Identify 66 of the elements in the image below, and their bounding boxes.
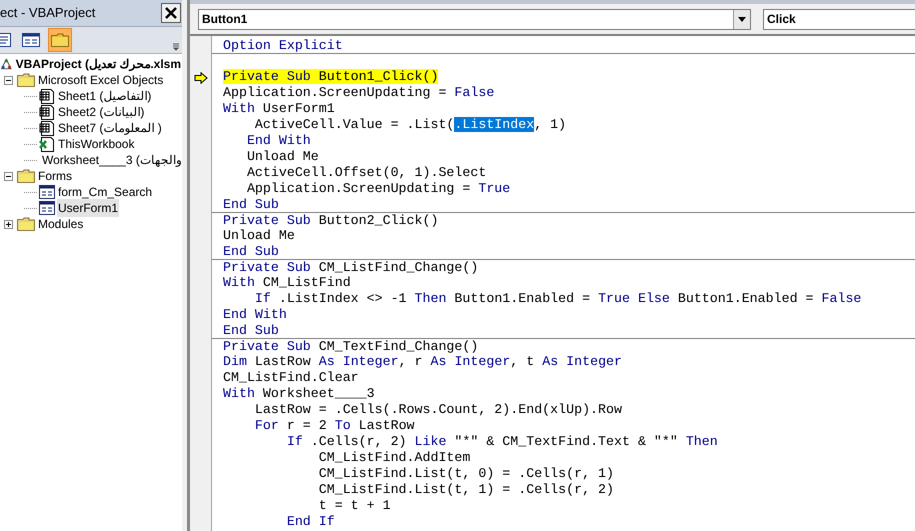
code-line: Private Sub CM_ListFind_Change() — [223, 260, 478, 275]
code-line: With Worksheet____3 — [223, 386, 375, 401]
code-line: If .ListIndex <> -1 Then Button1.Enabled = True Else Button1.Enabled = False — [254, 291, 862, 306]
tree-item[interactable]: Microsoft Excel Objects — [37, 71, 164, 89]
worksheet-icon — [39, 88, 55, 104]
form-icon — [39, 201, 55, 215]
code-line: t = t + 1 — [318, 498, 391, 513]
object-name: Button1 — [201, 11, 248, 28]
code-line: End Sub — [223, 197, 279, 212]
form-icon — [39, 185, 55, 199]
procedure-dropdown[interactable]: Click — [763, 8, 915, 30]
collapse-icon[interactable] — [4, 76, 13, 84]
code-line: Dim LastRow As Integer, r As Integer, t As Integer — [223, 354, 622, 369]
worksheet-icon — [39, 120, 55, 136]
code-line: CM_ListFind.Clear — [223, 370, 359, 385]
folder-icon — [17, 169, 35, 183]
code-line: If .Cells(r, 2) Like "*" & CM_TextFind.Text & "*" Then — [286, 434, 718, 449]
close-icon — [165, 7, 177, 19]
code-line: CM_ListFind.AddItem — [318, 450, 470, 465]
execution-arrow-icon — [194, 72, 208, 84]
project-icon — [0, 56, 13, 72]
code-line: ActiveCell.Offset(0, 1).Select — [246, 165, 486, 180]
tree-item[interactable]: Modules — [37, 215, 84, 233]
tree-item[interactable]: ThisWorkbook — [57, 135, 136, 153]
code-line: Application.ScreenUpdating = True — [246, 181, 510, 196]
procedure-name: Click — [766, 11, 796, 28]
code-line: With CM_ListFind — [223, 275, 351, 290]
tree-item[interactable]: Sheet1 (التفاصيل) — [57, 87, 152, 105]
code-line: Application.ScreenUpdating = False — [223, 85, 494, 100]
folder-icon — [51, 33, 69, 47]
code-line: LastRow = .Cells(.Rows.Count, 2).End(xlUp).Row — [254, 402, 622, 417]
expand-icon[interactable] — [4, 220, 13, 228]
dropdown-button[interactable] — [733, 10, 750, 28]
code-line: Unload Me — [223, 228, 295, 243]
code-line: End With — [223, 307, 287, 322]
folder-icon — [17, 73, 35, 87]
code-line: ActiveCell.Value = .List(.ListIndex, 1) — [254, 117, 566, 132]
overflow-icon[interactable] — [172, 41, 180, 51]
code-line: For r = 2 To LastRow — [254, 418, 415, 433]
close-button[interactable] — [161, 3, 181, 23]
object-dropdown[interactable]: Button1 — [198, 8, 751, 30]
collapse-icon[interactable] — [4, 172, 13, 180]
folder-icon — [17, 217, 35, 231]
code-line: End If — [286, 514, 335, 529]
code-line: End Sub — [223, 323, 279, 338]
tree-item[interactable]: VBAProject (محرك تعديل.xlsm — [14, 55, 182, 73]
code-line: End With — [246, 133, 311, 148]
code-line: Private Sub Button2_Click() — [223, 213, 438, 228]
code-line: With UserForm1 — [223, 101, 335, 116]
window-title: ect - VBAProject — [0, 4, 96, 22]
tree-item[interactable]: Sheet7 (المعلومات ) — [57, 119, 163, 137]
code-line: End Sub — [223, 244, 279, 259]
code-line: CM_ListFind.List(t, 0) = .Cells(r, 1) — [318, 466, 614, 481]
tree-item[interactable]: UserForm1 — [57, 199, 120, 217]
tree-item[interactable]: Sheet2 (البيانات) — [57, 103, 146, 121]
worksheet-icon — [39, 104, 55, 120]
tree-item[interactable]: form_Cm_Search — [57, 183, 154, 201]
form-icon — [22, 33, 40, 47]
code-line: Unload Me — [246, 149, 319, 164]
caret-icon — [738, 16, 746, 22]
code-line: Private Sub CM_TextFind_Change() — [223, 339, 478, 354]
workbook-icon — [39, 136, 55, 152]
code-line: Option Explicit — [223, 38, 343, 53]
tree-item[interactable]: Worksheet____3 (والجهات — [41, 151, 183, 169]
tree-item[interactable]: Forms — [37, 167, 73, 185]
code-line: CM_ListFind.List(t, 1) = .Cells(r, 2) — [318, 482, 614, 497]
